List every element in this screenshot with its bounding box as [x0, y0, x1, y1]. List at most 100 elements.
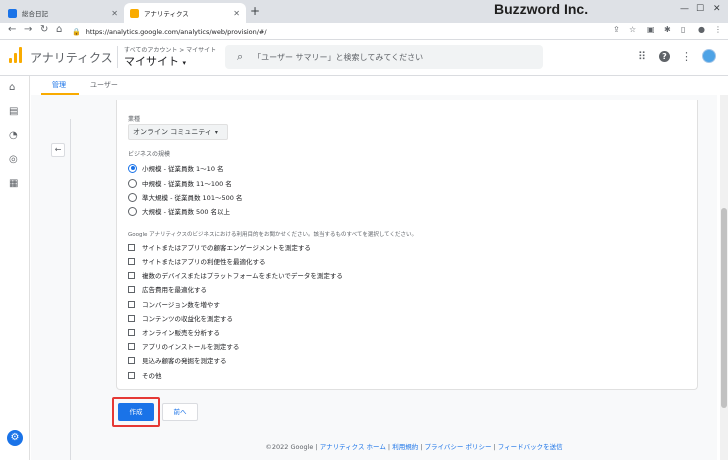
home-icon[interactable]: ⌂: [9, 82, 15, 93]
analytics-logo-icon: [9, 47, 22, 63]
footer-link-home[interactable]: アナリティクス ホーム: [320, 443, 386, 451]
analytics-icon: [130, 8, 139, 18]
checkbox-label: サイトまたはアプリの利便性を最適化する: [142, 258, 266, 266]
back-arrow-icon[interactable]: ←: [8, 24, 16, 35]
divider: [117, 46, 118, 68]
checkbox[interactable]: [128, 243, 135, 251]
usage-hint: Google アナリティクスのビジネスにおける利用目的をお聞かせください。該当す…: [128, 232, 417, 238]
checkbox-label: その他: [142, 372, 162, 380]
footer-link-feedback[interactable]: フィードバックを送信: [498, 443, 563, 451]
checkbox-label: 広告費用を最適化する: [142, 286, 207, 294]
previous-button[interactable]: 前へ: [162, 403, 198, 421]
maximize-icon[interactable]: ☐: [696, 4, 704, 14]
browser-tabstrip: 総合日記 ✕ アナリティクス ✕ + Buzzword Inc. — ☐ ✕: [0, 0, 728, 23]
brand-overlay: Buzzword Inc.: [494, 1, 589, 17]
browser-toolbar: ← → ↻ ⌂ 🔒 https://analytics.google.com/a…: [0, 23, 728, 40]
share-icon[interactable]: ⇪: [613, 25, 620, 34]
checkbox[interactable]: [128, 314, 135, 322]
usage-option[interactable]: コンバージョン数を増やす: [128, 299, 220, 309]
scrollbar-thumb[interactable]: [721, 208, 727, 408]
footer-link-privacy[interactable]: プライバシー ポリシー: [425, 443, 492, 451]
size-option-small[interactable]: 小規模 - 従業員数 1～10 名: [128, 163, 224, 173]
forward-arrow-icon[interactable]: →: [24, 24, 32, 35]
radio-label: 小規模 - 従業員数 1～10 名: [142, 165, 224, 173]
clock-icon[interactable]: ◔: [9, 130, 18, 141]
star-icon[interactable]: ☆: [629, 25, 636, 34]
size-option-semilarge[interactable]: 準大規模 - 従業員数 101～500 名: [128, 192, 242, 202]
apps-grid-icon[interactable]: ⠿: [638, 50, 646, 63]
search-bar[interactable]: ⌕ 「ユーザー サマリー」と検索してみてください: [225, 45, 543, 69]
industry-label: 業種: [128, 116, 141, 123]
address-bar[interactable]: 🔒 https://analytics.google.com/analytics…: [72, 24, 612, 39]
app-title: アナリティクス: [30, 51, 113, 65]
radio-button[interactable]: [128, 206, 137, 216]
checkbox[interactable]: [128, 342, 135, 350]
checkbox-label: オンライン販売を分析する: [142, 329, 220, 337]
extension-icon[interactable]: ▣: [647, 25, 655, 34]
checkbox[interactable]: [128, 300, 135, 308]
explore-icon[interactable]: ◎: [9, 154, 18, 165]
create-button[interactable]: 作成: [118, 403, 154, 421]
usage-option[interactable]: サイトまたはアプリの利便性を最適化する: [128, 256, 266, 266]
checkbox-label: 複数のデバイスまたはプラットフォームをまたいでデータを測定する: [142, 272, 343, 280]
account-selector[interactable]: マイサイト ▾: [124, 53, 186, 69]
account-name: マイサイト: [124, 55, 179, 68]
footer-link-terms[interactable]: 利用規約: [392, 443, 418, 451]
tab-user[interactable]: ユーザー: [90, 80, 118, 90]
admin-subtabs: 管理 ユーザー: [30, 76, 728, 95]
close-icon[interactable]: ✕: [233, 9, 240, 18]
usage-option[interactable]: オンライン販売を分析する: [128, 327, 220, 337]
usage-option[interactable]: 広告費用を最適化する: [128, 284, 207, 294]
size-option-medium[interactable]: 中規模 - 従業員数 11～100 名: [128, 178, 232, 188]
checkbox-label: コンバージョン数を増やす: [142, 301, 220, 309]
usage-option[interactable]: アプリのインストールを測定する: [128, 341, 239, 351]
industry-select[interactable]: オンライン コミュニティ ▾: [128, 124, 228, 140]
tab-title: 総合日記: [22, 10, 48, 18]
table-icon[interactable]: ▦: [9, 178, 18, 189]
close-window-icon[interactable]: ✕: [713, 4, 721, 14]
checkbox-label: サイトまたはアプリでの顧客エンゲージメントを測定する: [142, 244, 311, 252]
radio-button[interactable]: [128, 163, 137, 173]
puzzle-icon[interactable]: ✱: [664, 25, 671, 34]
checkbox[interactable]: [128, 371, 135, 379]
checkbox[interactable]: [128, 356, 135, 364]
close-icon[interactable]: ✕: [111, 9, 118, 18]
tab-admin[interactable]: 管理: [52, 80, 66, 90]
business-size-label: ビジネスの規模: [128, 151, 171, 158]
checkbox[interactable]: [128, 257, 135, 265]
browser-tab-analytics[interactable]: アナリティクス ✕: [124, 3, 246, 23]
usage-option[interactable]: 複数のデバイスまたはプラットフォームをまたいでデータを測定する: [128, 270, 343, 280]
home-icon[interactable]: ⌂: [56, 24, 62, 35]
checkbox-label: コンテンツの収益化を測定する: [142, 315, 233, 323]
reload-icon[interactable]: ↻: [40, 24, 48, 35]
usage-option[interactable]: その他: [128, 370, 162, 380]
dashboard-icon[interactable]: ▤: [9, 106, 18, 117]
step-line: [70, 119, 71, 460]
more-vert-icon[interactable]: ⋮: [681, 50, 692, 63]
minimize-icon[interactable]: —: [680, 4, 689, 14]
usage-option[interactable]: コンテンツの収益化を測定する: [128, 313, 233, 323]
sidebar-icon[interactable]: ▯: [681, 25, 685, 34]
radio-label: 大規模 - 従業員数 500 名以上: [142, 208, 231, 216]
search-placeholder: 「ユーザー サマリー」と検索してみてください: [253, 52, 424, 62]
new-tab-icon[interactable]: +: [250, 4, 260, 18]
profile-icon[interactable]: ●: [698, 25, 705, 34]
lock-icon: 🔒: [72, 27, 81, 36]
caret-down-icon: ▾: [214, 128, 218, 136]
menu-icon[interactable]: ⋮: [714, 25, 722, 34]
radio-button[interactable]: [128, 192, 137, 202]
industry-value: オンライン コミュニティ: [133, 128, 212, 136]
avatar[interactable]: [702, 49, 716, 63]
help-icon[interactable]: ?: [659, 51, 670, 62]
calendar-icon: [8, 8, 17, 18]
size-option-large[interactable]: 大規模 - 従業員数 500 名以上: [128, 206, 230, 216]
usage-option[interactable]: サイトまたはアプリでの顧客エンゲージメントを測定する: [128, 242, 311, 252]
back-arrow-button[interactable]: ←: [51, 143, 65, 157]
usage-option[interactable]: 見込み顧客の発掘を測定する: [128, 355, 227, 365]
checkbox[interactable]: [128, 271, 135, 279]
checkbox[interactable]: [128, 285, 135, 293]
checkbox[interactable]: [128, 328, 135, 336]
tab-title: アナリティクス: [144, 10, 189, 18]
browser-tab-diary[interactable]: 総合日記 ✕: [2, 3, 124, 23]
radio-button[interactable]: [128, 178, 137, 188]
